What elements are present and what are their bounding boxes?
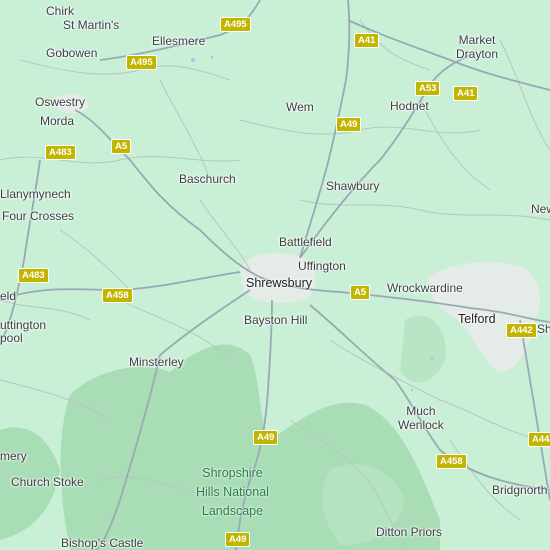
label-battlefield: Battlefield — [279, 235, 332, 249]
map-canvas[interactable] — [0, 0, 550, 550]
label-chirk: Chirk — [46, 4, 75, 18]
road-shield-a483-north: A483 — [45, 145, 76, 160]
road-shield-a49-bottom: A49 — [225, 532, 251, 547]
road-shield-a49-north: A49 — [336, 117, 362, 132]
label-welshpool-partial-1: eld — [0, 289, 17, 303]
label-ditton-priors: Ditton Priors — [376, 525, 443, 539]
label-morda: Morda — [40, 114, 75, 128]
label-baschurch: Baschurch — [179, 172, 236, 186]
label-st-martins: St Martin's — [63, 18, 120, 32]
label-chirbury-partial: mery — [0, 449, 27, 463]
road-shield-a5-east: A5 — [350, 285, 371, 300]
label-shropshire-hills: Shropshire Hills National Landscape — [196, 466, 269, 518]
road-shield-a458-east: A458 — [436, 454, 467, 469]
road-shield-a495-top: A495 — [220, 17, 251, 32]
road-shield-a53: A53 — [415, 81, 441, 96]
label-gobowen: Gobowen — [46, 46, 98, 60]
label-bishops-castle: Bishop's Castle — [61, 536, 144, 550]
label-bridgnorth: Bridgnorth — [492, 483, 548, 497]
label-welshpool-partial-3: pool — [0, 331, 23, 345]
road-shield-a442-telford: A442 — [506, 323, 537, 338]
label-market-drayton: Market Drayton — [456, 33, 499, 61]
road-shield-a41-east: A41 — [453, 86, 479, 101]
road-shield-a458-west: A458 — [102, 288, 133, 303]
label-bayston-hill: Bayston Hill — [244, 313, 308, 327]
label-llanymynech: Llanymynech — [0, 187, 71, 201]
road-shield-a442-south: A442 — [528, 432, 550, 447]
road-shield-a5-oswestry: A5 — [111, 139, 132, 154]
road-shield-a495-west: A495 — [126, 55, 157, 70]
label-oswestry: Oswestry — [35, 95, 86, 109]
label-much-wenlock: Much Wenlock — [398, 404, 444, 432]
label-wem: Wem — [286, 100, 314, 114]
label-shifnal-partial: Sh — [537, 322, 550, 336]
label-hodnet: Hodnet — [390, 99, 429, 113]
road-shield-a41-north: A41 — [354, 33, 380, 48]
label-four-crosses: Four Crosses — [2, 209, 75, 223]
road-shield-a483-south: A483 — [18, 268, 49, 283]
label-telford: Telford — [458, 312, 496, 326]
road-shield-a49-south: A49 — [253, 430, 279, 445]
label-wrockwardine: Wrockwardine — [387, 281, 463, 295]
label-newport-partial: New — [531, 202, 550, 216]
label-shrewsbury: Shrewsbury — [246, 276, 312, 290]
label-minsterley: Minsterley — [129, 355, 184, 369]
label-church-stoke: Church Stoke — [11, 475, 84, 489]
label-welshpool-partial-2: uttington — [0, 318, 47, 332]
label-ellesmere: Ellesmere — [152, 34, 206, 48]
label-uffington: Uffington — [298, 259, 346, 273]
label-shawbury: Shawbury — [326, 179, 380, 193]
